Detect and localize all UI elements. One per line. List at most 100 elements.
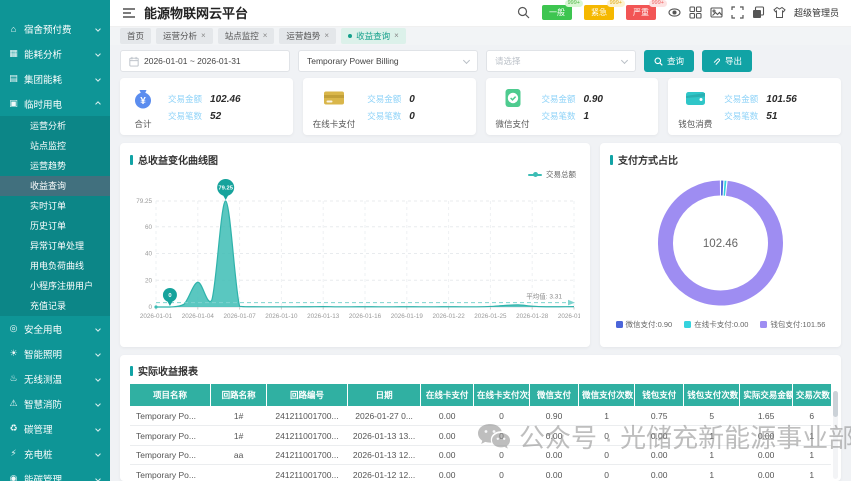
svg-text:2026-01-16: 2026-01-16 xyxy=(349,313,382,320)
alert-badge-2[interactable]: 严重999+ xyxy=(626,5,656,20)
billing-type-select[interactable]: Temporary Power Billing xyxy=(298,50,478,72)
monitor-icon[interactable] xyxy=(668,6,681,19)
svg-text:20: 20 xyxy=(145,278,153,285)
export-button[interactable]: 导出 xyxy=(702,50,752,72)
card-name: 钱包消费 xyxy=(678,118,712,130)
table-cell xyxy=(211,465,267,481)
table-cell: 0 xyxy=(473,445,529,465)
table-cell: 0 xyxy=(579,426,635,446)
sidebar-subitem-9[interactable]: 充值记录 xyxy=(0,296,110,316)
grid-icon[interactable] xyxy=(689,6,702,19)
alert-badges: 一般999+ 紧急999+ 严重999+ xyxy=(542,5,656,20)
summary-card-3: 钱包消费交易金额101.56交易笔数51 xyxy=(668,78,841,135)
sidebar-item-9[interactable]: ⚡充电桩 xyxy=(0,441,110,466)
table-cell: 2026-01-13 13... xyxy=(347,426,421,446)
sidebar-item-8[interactable]: ♻碳管理 xyxy=(0,416,110,441)
close-icon[interactable]: × xyxy=(201,32,206,40)
card-left: 在线卡支付 xyxy=(313,85,356,130)
close-icon[interactable]: × xyxy=(394,32,399,40)
search-icon[interactable] xyxy=(517,6,530,19)
tab-label: 站点监控 xyxy=(225,30,259,42)
table-cell: 0.00 xyxy=(530,445,579,465)
screenshot-icon[interactable] xyxy=(710,6,723,19)
svg-text:2026-01-07: 2026-01-07 xyxy=(223,313,256,320)
table-cell: 0.75 xyxy=(635,406,684,426)
table-row: Temporary Po...241211001700...2026-01-12… xyxy=(130,465,831,481)
table-cell: 1 xyxy=(792,426,831,446)
scrollbar-thumb[interactable] xyxy=(833,391,838,417)
sidebar-item-3[interactable]: ▣临时用电 xyxy=(0,91,110,116)
donut-legend-label: 微信支付:0.90 xyxy=(626,319,673,330)
layers-icon[interactable] xyxy=(752,6,765,19)
tab-3[interactable]: 运营趋势× xyxy=(279,28,336,44)
sidebar-item-6[interactable]: ♨无线测温 xyxy=(0,366,110,391)
sidebar-item-5[interactable]: ☀智能照明 xyxy=(0,341,110,366)
card-value: 102.46 xyxy=(210,94,241,105)
card-value-label: 交易金额 xyxy=(168,93,202,105)
date-range-input[interactable]: 2026-01-01 ~ 2026-01-31 xyxy=(120,50,290,72)
sidebar-subitem-1[interactable]: 站点监控 xyxy=(0,136,110,156)
moneybag-icon: ¥ xyxy=(130,85,156,116)
chevron-down-icon xyxy=(95,401,101,407)
table-cell: 1 xyxy=(684,445,740,465)
sidebar-subitem-8[interactable]: 小程序注册用户 xyxy=(0,276,110,296)
column-header: 在线卡支付次数 xyxy=(473,384,529,406)
tab-0[interactable]: 首页 xyxy=(120,28,151,44)
sidebar-subitem-2[interactable]: 运营趋势 xyxy=(0,156,110,176)
sidebar-item-label: 集团能耗 xyxy=(24,72,91,86)
query-button[interactable]: 查询 xyxy=(644,50,694,72)
sidebar-item-label: 碳管理 xyxy=(24,422,91,436)
sidebar-item-10[interactable]: ◉能碳管理 xyxy=(0,466,110,481)
select-placeholder: 请选择 xyxy=(495,55,521,67)
sidebar-subitem-0[interactable]: 运营分析 xyxy=(0,116,110,136)
fullscreen-icon[interactable] xyxy=(731,6,744,19)
svg-text:平均值: 3.31: 平均值: 3.31 xyxy=(526,292,562,301)
donut-legend-label: 钱包支付:101.56 xyxy=(770,319,825,330)
svg-text:0: 0 xyxy=(148,304,152,311)
search-icon xyxy=(654,57,663,66)
table-cell: 0.00 xyxy=(635,426,684,446)
sidebar-item-2[interactable]: ▤集团能耗 xyxy=(0,66,110,91)
sidebar-subitem-6[interactable]: 异常订单处理 xyxy=(0,236,110,256)
home-icon: ⌂ xyxy=(8,24,19,34)
close-icon[interactable]: × xyxy=(324,32,329,40)
column-header: 交易次数 xyxy=(792,384,831,406)
tab-2[interactable]: 站点监控 × xyxy=(218,28,275,44)
menu-collapse-icon[interactable] xyxy=(122,7,136,19)
column-header: 钱包支付 xyxy=(635,384,684,406)
sidebar-subitem-3[interactable]: 收益查询 xyxy=(0,176,110,196)
billing-type-value: Temporary Power Billing xyxy=(307,56,399,66)
donut-legend-item-0[interactable]: 微信支付:0.90 xyxy=(616,319,673,330)
user-name[interactable]: 超级管理员 xyxy=(794,6,839,19)
svg-text:2026-01-04: 2026-01-04 xyxy=(182,313,215,320)
alert-badge-1[interactable]: 紧急999+ xyxy=(584,5,614,20)
theme-tshirt-icon[interactable] xyxy=(773,6,786,19)
line-chart-title: 总收益变化曲线图 xyxy=(130,152,580,167)
donut-legend-item-1[interactable]: 在线卡支付:0.00 xyxy=(684,319,748,330)
tab-1[interactable]: 运营分析× xyxy=(156,28,213,44)
bankcard-icon xyxy=(321,85,347,116)
sidebar-item-4[interactable]: ◎安全用电 xyxy=(0,316,110,341)
alert-badge-0[interactable]: 一般999+ xyxy=(542,5,572,20)
revenue-table: 项目名称回路名称回路编号日期在线卡支付在线卡支付次数微信支付微信支付次数钱包支付… xyxy=(130,384,831,481)
alert-count-badge: 999+ xyxy=(565,0,583,7)
loop-select[interactable]: 请选择 xyxy=(486,50,636,72)
sidebar-subitem-7[interactable]: 用电负荷曲线 xyxy=(0,256,110,276)
sidebar-subitem-4[interactable]: 实时订单 xyxy=(0,196,110,216)
table-cell: 0.00 xyxy=(740,445,793,465)
close-icon[interactable]: × xyxy=(263,32,268,40)
table-cell: 1 xyxy=(792,445,831,465)
sidebar-item-0[interactable]: ⌂宿舍预付费 xyxy=(0,16,110,41)
card-values: 交易金额101.56交易笔数51 xyxy=(724,85,797,130)
chevron-down-icon xyxy=(95,476,101,481)
tab-label: 收益查询 xyxy=(356,30,390,42)
wallet-icon xyxy=(682,85,708,116)
sidebar-item-7[interactable]: ⚠智慧消防 xyxy=(0,391,110,416)
table-title: 实际收益报表 xyxy=(130,363,831,378)
legend-item[interactable]: 交易总额 xyxy=(528,169,576,180)
tab-4[interactable]: 收益查询 × xyxy=(341,28,406,44)
sidebar-item-1[interactable]: ▦能耗分析 xyxy=(0,41,110,66)
sidebar-subitem-5[interactable]: 历史订单 xyxy=(0,216,110,236)
donut-legend-item-2[interactable]: 钱包支付:101.56 xyxy=(760,319,825,330)
sidebar-menu: ⌂宿舍预付费▦能耗分析▤集团能耗▣临时用电运营分析站点监控运营趋势收益查询实时订… xyxy=(0,16,110,481)
